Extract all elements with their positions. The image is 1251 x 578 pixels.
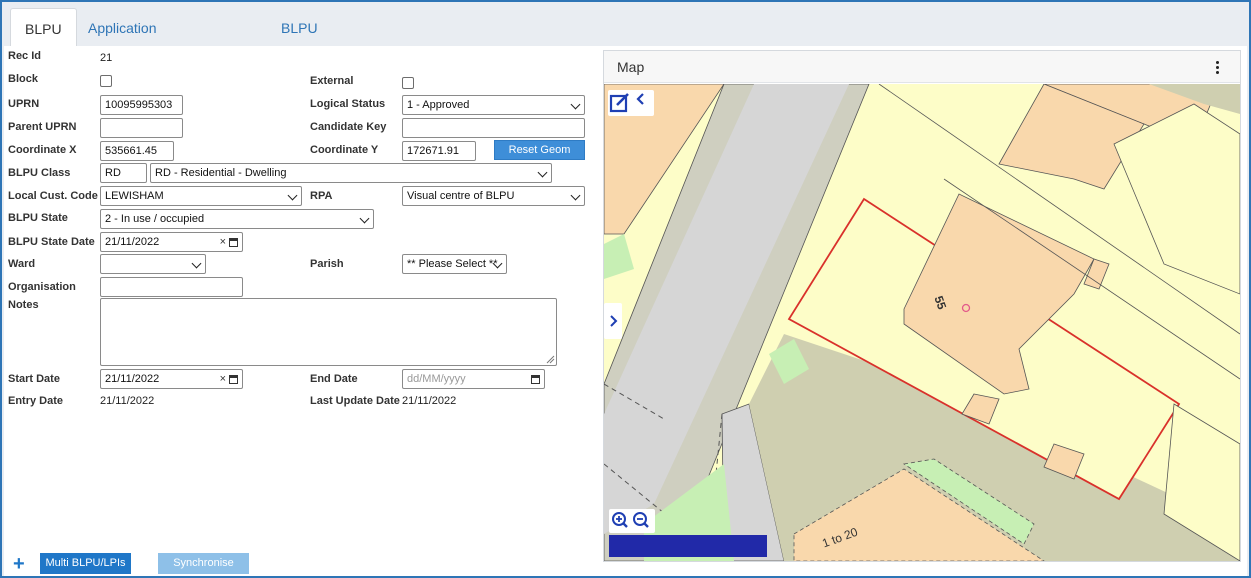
notes-label: Notes [8,299,39,311]
rec-id-value: 21 [100,52,113,64]
multi-blpu-lpis-button[interactable]: Multi BLPU/LPIs [40,553,131,574]
reset-geom-button[interactable]: Reset Geom [494,140,585,160]
entry-date-value: 21/11/2022 [100,395,155,407]
blpu-class-code-input[interactable]: RD [100,163,147,183]
blpu-state-value: 2 - In use / occupied [105,213,205,225]
end-date-input[interactable]: dd/MM/yyyy [402,369,545,389]
blpu-state-date-input[interactable]: 21/11/2022 × [100,232,243,252]
logical-status-label: Logical Status [310,98,386,110]
coordinate-y-input[interactable]: 172671.91 [402,141,476,161]
blpu-state-date-label: BLPU State Date [8,236,95,248]
ward-select[interactable] [100,254,206,274]
block-checkbox[interactable] [100,75,112,87]
external-checkbox[interactable] [402,77,414,89]
tab-blpu[interactable]: BLPU [10,8,77,48]
coordinate-x-input[interactable]: 535661.45 [100,141,174,161]
blpu-state-date-value: 21/11/2022 [105,236,160,248]
start-date-value: 21/11/2022 [105,373,160,385]
chevron-left-icon[interactable] [634,92,648,106]
organisation-label: Organisation [8,281,76,293]
blpu-panel: Rec Id 21 Block External UPRN 1009599530… [4,46,1247,576]
rpa-select[interactable]: Visual centre of BLPU [402,186,585,206]
map-side-toggle[interactable] [604,303,622,339]
entry-date-label: Entry Date [8,395,64,407]
clear-icon[interactable]: × [220,233,226,251]
map-header: Map [604,51,1240,83]
ward-label: Ward [8,258,36,270]
blpu-state-select[interactable]: 2 - In use / occupied [100,209,374,229]
logical-status-select[interactable]: 1 - Approved [402,95,585,115]
external-label: External [310,75,354,87]
blpu-class-value: RD - Residential - Dwelling [155,167,287,179]
calendar-icon[interactable] [229,375,238,384]
parent-uprn-input[interactable] [100,118,183,138]
chevron-down-icon [359,213,370,224]
notes-textarea[interactable] [100,298,557,366]
calendar-icon[interactable] [229,238,238,247]
chevron-down-icon [287,190,298,201]
parish-label: Parish [310,258,344,270]
more-options-icon[interactable] [1216,61,1220,75]
candidate-key-input[interactable] [402,118,585,138]
tab-blpu-classes[interactable]: BLPU Classes [267,8,345,76]
parent-uprn-label: Parent UPRN [8,121,77,133]
zoom-out-icon[interactable] [633,512,649,528]
map-scalebar [609,535,767,557]
synchronise-button[interactable]: Synchronise [158,553,249,574]
zoom-controls [609,509,655,533]
map-edit-toolbar [608,90,654,116]
map-canvas[interactable]: 55 1 to 20 [604,84,1240,561]
blpu-class-label: BLPU Class [8,167,71,179]
calendar-icon[interactable] [531,375,540,384]
map-card: Map 55 1 to 20 [603,50,1241,562]
tab-application-cross-reference[interactable]: Application Cross Reference [74,8,171,116]
end-date-label: End Date [310,373,358,385]
chevron-right-icon[interactable] [604,303,622,339]
rpa-label: RPA [310,190,333,202]
local-cust-code-select[interactable]: LEWISHAM [100,186,302,206]
chevron-down-icon [537,167,548,178]
chevron-down-icon [570,190,581,201]
zoom-in-icon[interactable] [612,512,628,528]
resize-handle-icon[interactable] [545,354,555,364]
candidate-key-label: Candidate Key [310,121,387,133]
last-update-date-value: 21/11/2022 [402,395,457,407]
app-frame: BLPU Application Cross Reference BLPU Cl… [0,0,1251,578]
local-cust-code-value: LEWISHAM [105,190,164,202]
logical-status-value: 1 - Approved [407,99,470,111]
coordinate-y-label: Coordinate Y [310,144,379,156]
organisation-input[interactable] [100,277,243,297]
start-date-label: Start Date [8,373,60,385]
parish-value: ** Please Select ** [407,258,498,270]
parish-select[interactable]: ** Please Select ** [402,254,507,274]
end-date-placeholder: dd/MM/yyyy [407,373,466,385]
uprn-input[interactable]: 10095995303 [100,95,183,115]
clear-icon[interactable]: × [220,370,226,388]
uprn-label: UPRN [8,98,40,110]
chevron-down-icon [570,99,581,110]
block-label: Block [8,73,38,85]
local-cust-code-label: Local Cust. Code [8,190,98,202]
rec-id-label: Rec Id [8,50,42,62]
start-date-input[interactable]: 21/11/2022 × [100,369,243,389]
rpa-value: Visual centre of BLPU [407,190,515,202]
blpu-class-select[interactable]: RD - Residential - Dwelling [150,163,552,183]
coordinate-x-label: Coordinate X [8,144,77,156]
add-icon[interactable]: + [13,554,25,574]
chevron-down-icon [191,258,202,269]
map-title: Map [617,59,645,75]
blpu-state-label: BLPU State [8,212,68,224]
last-update-date-label: Last Update Date [310,395,400,407]
